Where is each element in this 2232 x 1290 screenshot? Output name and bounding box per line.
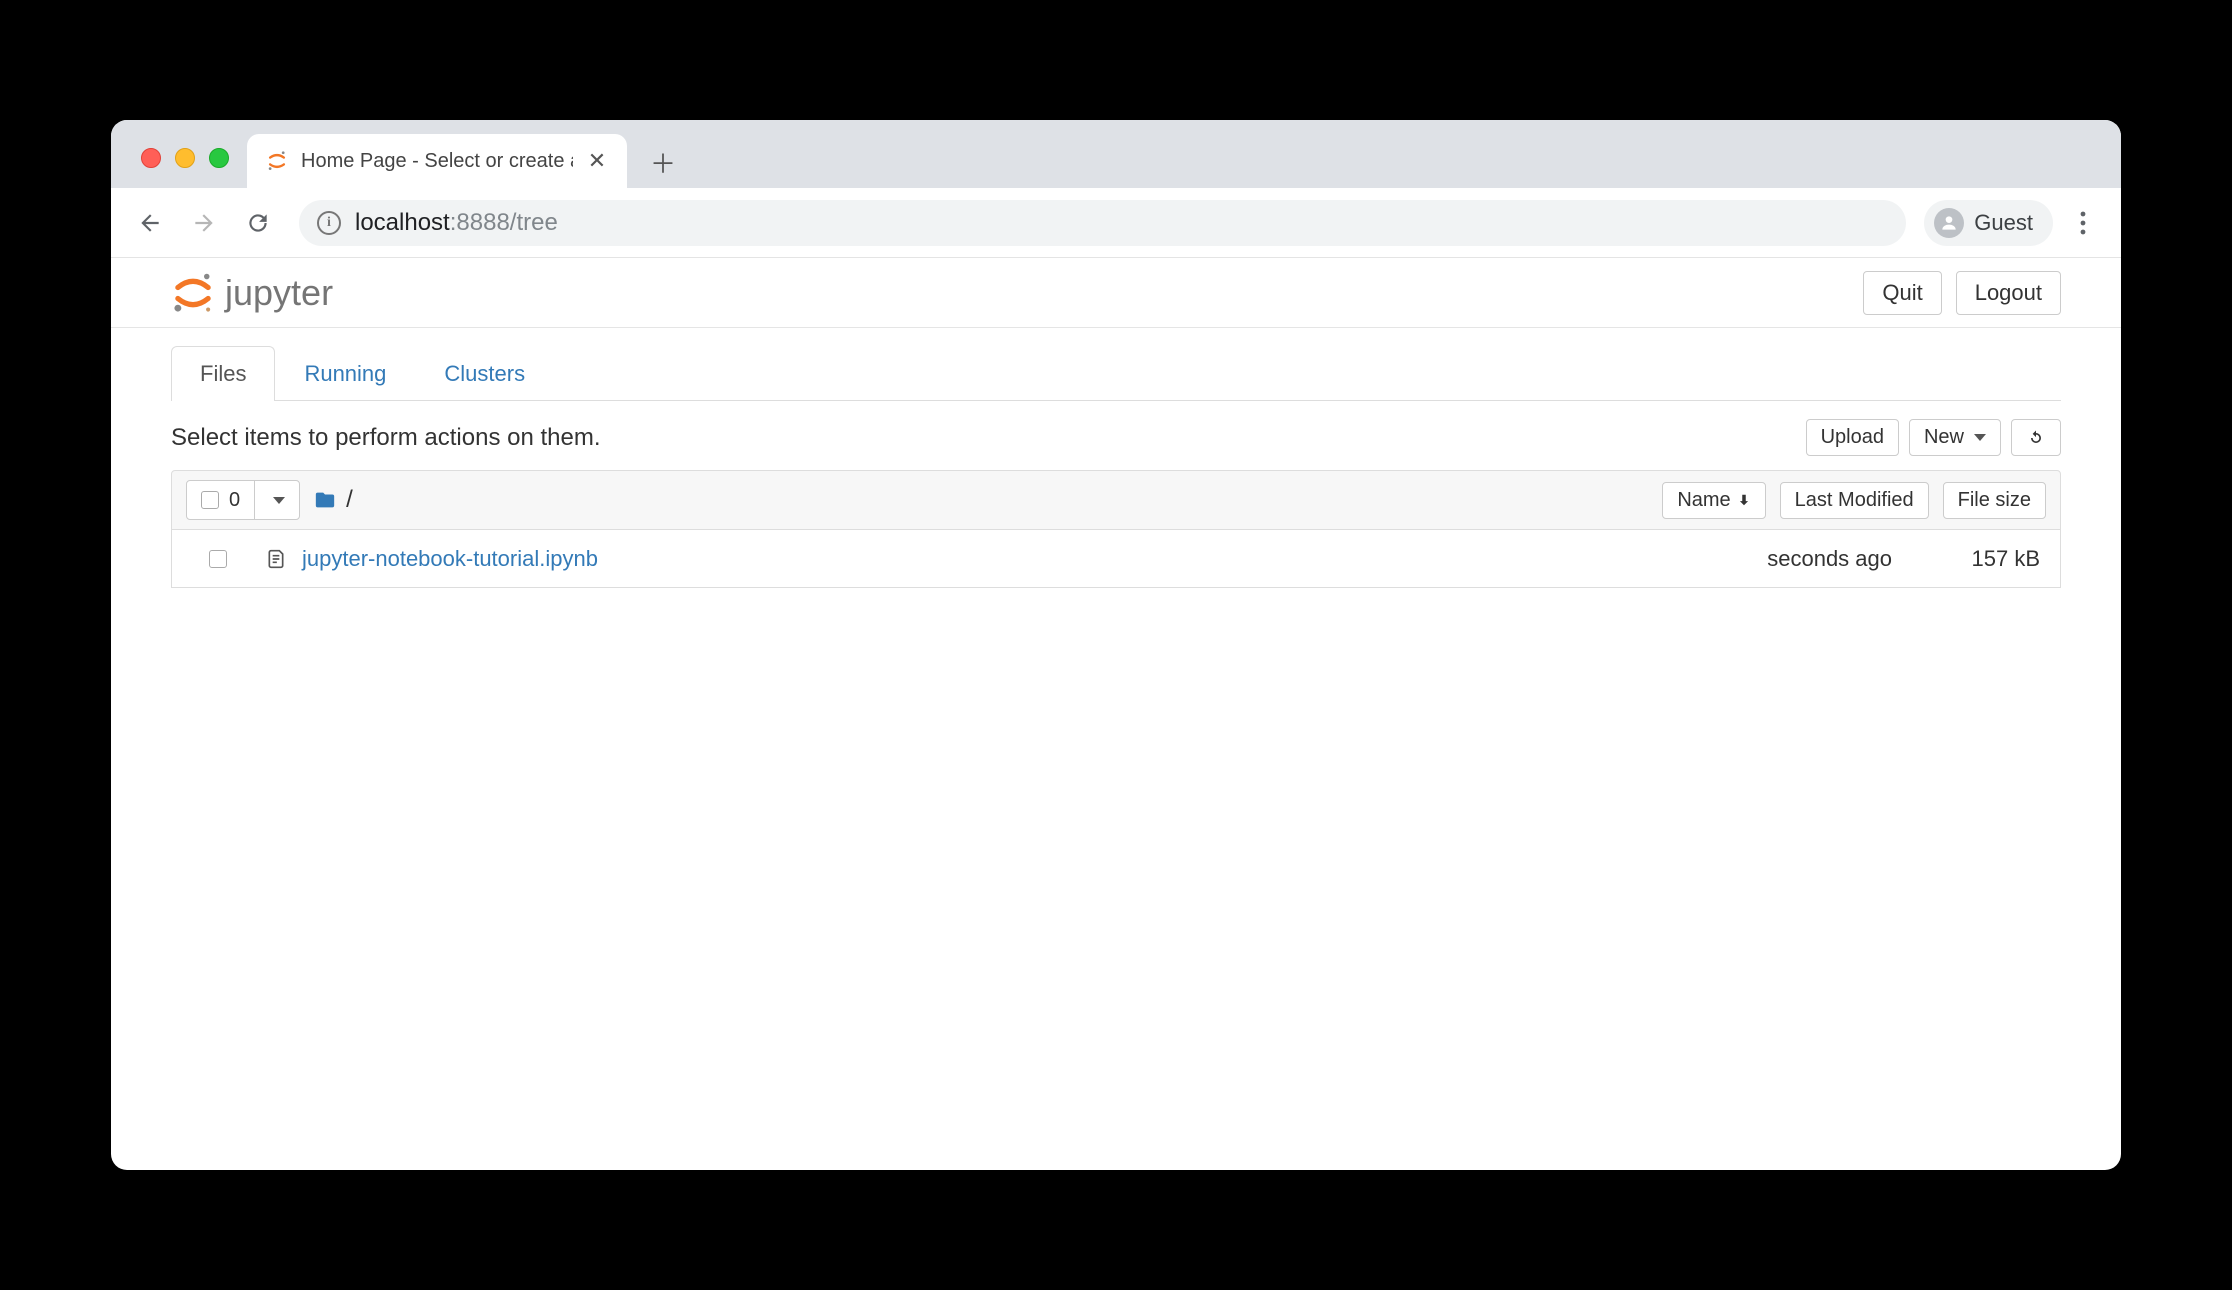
selection-hint: Select items to perform actions on them. bbox=[171, 424, 601, 452]
tab-title: Home Page - Select or create a n bbox=[301, 150, 573, 173]
refresh-icon bbox=[2026, 428, 2046, 448]
tab-clusters[interactable]: Clusters bbox=[415, 346, 554, 401]
minimize-window-button[interactable] bbox=[175, 148, 195, 168]
notebook-icon bbox=[264, 549, 288, 569]
select-all-control[interactable]: 0 bbox=[186, 480, 300, 520]
main-tabs: Files Running Clusters bbox=[171, 346, 2061, 401]
url-text: localhost:8888/tree bbox=[355, 209, 558, 237]
new-label: New bbox=[1924, 426, 1964, 449]
avatar-icon bbox=[1934, 208, 1964, 238]
new-tab-button[interactable]: ＋ bbox=[641, 140, 685, 184]
sort-down-icon bbox=[1737, 493, 1751, 507]
file-list-header: 0 / Name Last Modified File size bbox=[171, 470, 2061, 530]
maximize-window-button[interactable] bbox=[209, 148, 229, 168]
back-button[interactable] bbox=[127, 200, 173, 246]
url-host: localhost bbox=[355, 209, 450, 237]
breadcrumb[interactable]: / bbox=[314, 486, 353, 514]
browser-tab[interactable]: Home Page - Select or create a n ✕ bbox=[247, 134, 627, 188]
url-port: :8888 bbox=[450, 209, 510, 237]
header-buttons: Quit Logout bbox=[1863, 271, 2061, 315]
file-row-checkbox[interactable] bbox=[209, 550, 227, 568]
refresh-button[interactable] bbox=[2011, 419, 2061, 456]
right-actions: Upload New bbox=[1806, 419, 2061, 456]
close-window-button[interactable] bbox=[141, 148, 161, 168]
browser-window: Home Page - Select or create a n ✕ ＋ i l… bbox=[111, 120, 2121, 1170]
tab-files[interactable]: Files bbox=[171, 346, 275, 401]
select-menu-caret-icon bbox=[273, 497, 285, 504]
jupyter-favicon-icon bbox=[265, 149, 289, 173]
caret-down-icon bbox=[1974, 434, 1986, 441]
sort-size-button[interactable]: File size bbox=[1943, 482, 2046, 519]
url-path: /tree bbox=[510, 209, 558, 237]
file-size: 157 kB bbox=[1906, 546, 2046, 572]
tab-strip: Home Page - Select or create a n ✕ ＋ bbox=[111, 120, 2121, 188]
profile-label: Guest bbox=[1974, 210, 2033, 236]
close-tab-button[interactable]: ✕ bbox=[585, 149, 609, 173]
upload-button[interactable]: Upload bbox=[1806, 419, 1899, 456]
select-all-checkbox[interactable] bbox=[201, 491, 219, 509]
selected-count: 0 bbox=[229, 489, 240, 512]
jupyter-logo-icon bbox=[171, 271, 215, 315]
sort-name-button[interactable]: Name bbox=[1662, 482, 1765, 519]
forward-button[interactable] bbox=[181, 200, 227, 246]
quit-button[interactable]: Quit bbox=[1863, 271, 1941, 315]
browser-menu-button[interactable] bbox=[2061, 201, 2105, 245]
actions-row: Select items to perform actions on them.… bbox=[171, 401, 2061, 470]
jupyter-header: jupyter Quit Logout bbox=[111, 258, 2121, 328]
tab-running[interactable]: Running bbox=[275, 346, 415, 401]
profile-chip[interactable]: Guest bbox=[1924, 200, 2053, 246]
jupyter-logo[interactable]: jupyter bbox=[171, 271, 333, 315]
name-col-label: Name bbox=[1677, 489, 1730, 512]
file-row: jupyter-notebook-tutorial.ipynb seconds … bbox=[171, 530, 2061, 588]
jupyter-logo-text: jupyter bbox=[225, 272, 333, 314]
sort-modified-button[interactable]: Last Modified bbox=[1780, 482, 1929, 519]
file-link[interactable]: jupyter-notebook-tutorial.ipynb bbox=[302, 546, 1678, 572]
new-dropdown[interactable]: New bbox=[1909, 419, 2001, 456]
site-info-icon[interactable]: i bbox=[317, 211, 341, 235]
address-bar[interactable]: i localhost:8888/tree bbox=[299, 200, 1906, 246]
browser-toolbar: i localhost:8888/tree Guest bbox=[111, 188, 2121, 258]
reload-button[interactable] bbox=[235, 200, 281, 246]
breadcrumb-root: / bbox=[346, 486, 353, 514]
window-controls bbox=[123, 148, 247, 188]
logout-button[interactable]: Logout bbox=[1956, 271, 2061, 315]
file-modified: seconds ago bbox=[1692, 546, 1892, 572]
jupyter-body: Files Running Clusters Select items to p… bbox=[111, 328, 2121, 606]
folder-icon bbox=[314, 489, 336, 511]
